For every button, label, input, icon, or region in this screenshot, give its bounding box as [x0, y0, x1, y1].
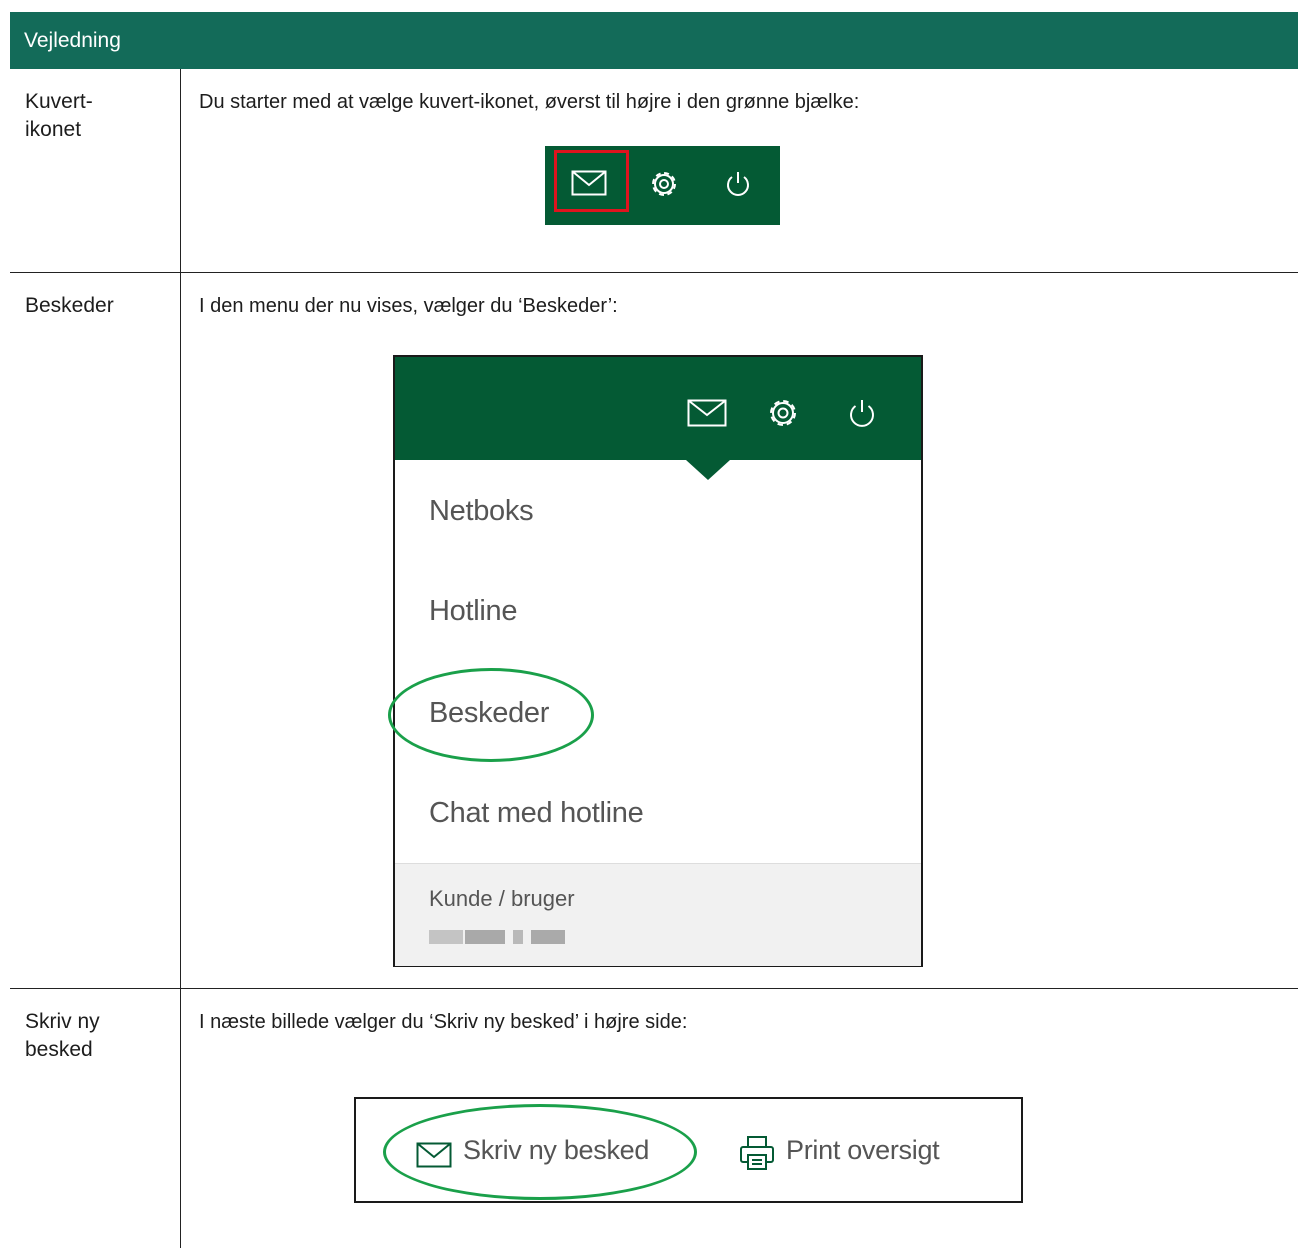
envelope-icon[interactable] [687, 399, 727, 427]
power-icon[interactable] [846, 396, 878, 430]
redacted-text [531, 930, 565, 944]
dropdown-menu-screenshot: Netboks Hotline Beskeder Chat med hotlin… [393, 355, 923, 967]
instruction-text: Du starter med at vælge kuvert-ikonet, ø… [199, 91, 860, 113]
customer-user-label: Kunde / bruger [429, 886, 575, 911]
redacted-text [465, 930, 505, 944]
redacted-text [429, 930, 463, 944]
menu-caret [686, 460, 730, 480]
row-divider [10, 272, 1298, 273]
menu-footer: Kunde / bruger [395, 863, 921, 966]
table-header: Vejledning [10, 12, 1298, 69]
print-overview-button[interactable]: Print oversigt [786, 1135, 940, 1166]
green-highlight-ellipse [388, 668, 594, 762]
instruction-text: I den menu der nu vises, vælger du ‘Besk… [199, 295, 618, 317]
gear-icon[interactable] [646, 166, 682, 202]
row-label-beskeder: Beskeder [25, 294, 114, 317]
redacted-text [513, 930, 523, 944]
envelope-icon[interactable] [571, 170, 607, 196]
row-label-skriv: Skriv ny besked [25, 1010, 100, 1061]
green-highlight-ellipse [383, 1104, 697, 1200]
menu-toolbar [395, 357, 921, 460]
printer-icon [740, 1136, 774, 1170]
power-icon[interactable] [723, 168, 753, 200]
column-divider [180, 69, 181, 1248]
instruction-text: I næste billede vælger du ‘Skriv ny besk… [199, 1011, 688, 1033]
row-label-kuvert: Kuvert- ikonet [25, 90, 93, 141]
row-divider [10, 988, 1298, 989]
menu-item-netboks[interactable]: Netboks [429, 495, 534, 528]
gear-icon[interactable] [764, 394, 802, 432]
table-title: Vejledning [24, 29, 121, 52]
menu-item-chat[interactable]: Chat med hotline [429, 797, 644, 830]
menu-item-hotline[interactable]: Hotline [429, 595, 517, 628]
